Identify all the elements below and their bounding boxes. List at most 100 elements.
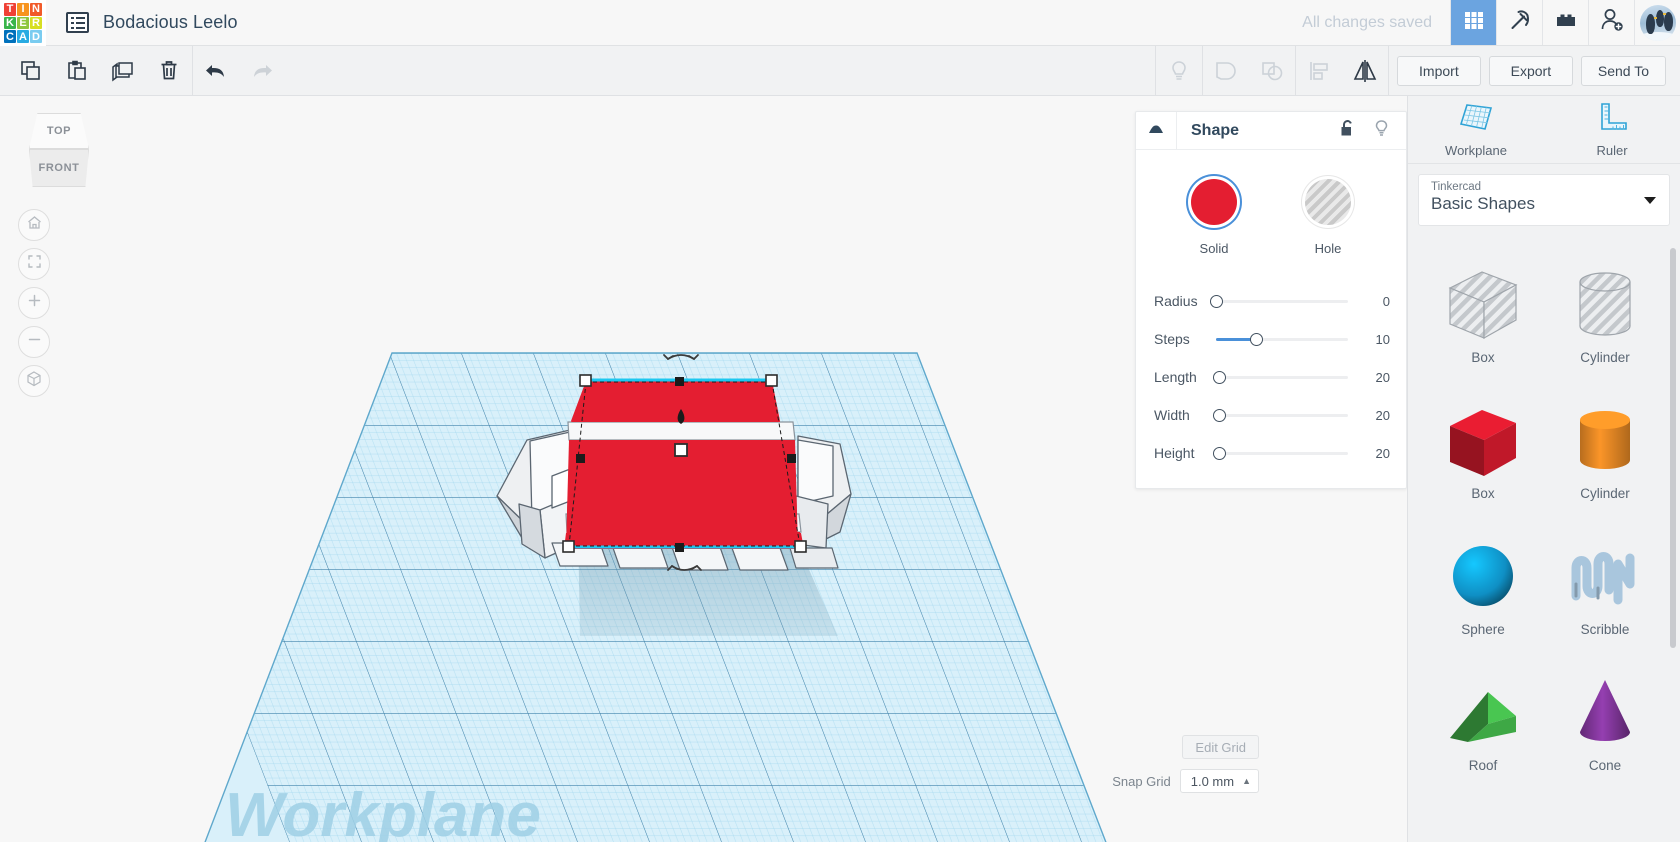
shape-item-label: Scribble xyxy=(1580,622,1630,637)
workplane-watermark: Workplane xyxy=(225,781,541,842)
align-button[interactable] xyxy=(1296,46,1342,96)
ruler-helper-button[interactable]: Ruler xyxy=(1544,96,1680,163)
brick-icon xyxy=(1553,7,1579,38)
hole-mode-option[interactable]: Hole xyxy=(1300,174,1356,256)
zoom-out-button[interactable] xyxy=(18,326,50,358)
hint-button[interactable] xyxy=(1156,46,1202,96)
mirror-button[interactable] xyxy=(1342,46,1388,96)
lightbulb-icon xyxy=(1373,119,1390,143)
shape-row: Box Cylinder xyxy=(1422,248,1666,384)
property-label: Width xyxy=(1154,407,1190,423)
duplicate-button[interactable] xyxy=(100,46,146,96)
ruler-icon xyxy=(1596,102,1628,137)
shape-item-box-hole[interactable]: Box xyxy=(1422,248,1544,384)
export-button[interactable]: Export xyxy=(1488,55,1573,86)
shape-category-select[interactable]: Tinkercad Basic Shapes xyxy=(1418,174,1670,226)
category-name-label: Basic Shapes xyxy=(1431,194,1535,213)
solid-mode-label: Solid xyxy=(1199,241,1229,256)
property-value[interactable]: 20 xyxy=(1356,370,1390,385)
model-right-cluster xyxy=(795,435,852,549)
property-label: Steps xyxy=(1154,331,1190,347)
paste-button[interactable] xyxy=(54,46,100,96)
shape-item-label: Sphere xyxy=(1461,622,1505,637)
property-row: Width 20 xyxy=(1136,396,1406,434)
property-value[interactable]: 20 xyxy=(1356,408,1390,423)
model-shadow xyxy=(578,526,838,636)
property-slider[interactable] xyxy=(1216,332,1348,346)
send-to-button[interactable]: Send To xyxy=(1580,55,1666,86)
redo-button[interactable] xyxy=(239,46,285,96)
view-cube[interactable]: TOP FRONT xyxy=(25,113,93,188)
shape-library-sidebar: Workplane Ruler Tinkercad Basic Shapes B… xyxy=(1407,96,1680,842)
shape-item-roof-solid[interactable]: Roof xyxy=(1422,656,1544,792)
fit-view-button[interactable] xyxy=(18,248,50,280)
page-title[interactable]: Bodacious Leelo xyxy=(103,0,238,45)
penguin-avatar xyxy=(1639,5,1676,41)
copy-button[interactable] xyxy=(8,46,54,96)
workplane-helper-button[interactable]: Workplane xyxy=(1408,96,1544,163)
shape-properties-list: Radius 0 Steps 10 Length 20 Width 20 Height 20 xyxy=(1136,282,1406,472)
align-icon xyxy=(1305,57,1333,85)
list-icon xyxy=(66,12,89,33)
undo-button[interactable] xyxy=(193,46,239,96)
orthographic-toggle-button[interactable] xyxy=(18,365,50,397)
category-provider-label: Tinkercad xyxy=(1431,181,1482,193)
property-slider[interactable] xyxy=(1212,408,1348,422)
inspector-header: Shape xyxy=(1136,111,1406,150)
shape-item-label: Box xyxy=(1471,486,1495,501)
hole-mode-label: Hole xyxy=(1314,241,1342,256)
box-hole-icon xyxy=(1438,260,1528,348)
snap-grid-select[interactable]: 1.0 mm ▲ xyxy=(1179,769,1259,793)
paste-icon xyxy=(64,58,90,84)
property-label: Height xyxy=(1154,445,1195,461)
project-list-button[interactable] xyxy=(46,0,103,45)
lock-toggle-button[interactable] xyxy=(1330,119,1364,143)
zoom-in-button[interactable] xyxy=(18,287,50,319)
property-slider[interactable] xyxy=(1212,370,1348,384)
shape-item-box-solid[interactable]: Box xyxy=(1422,384,1544,520)
fill-mode-selector: Solid Hole xyxy=(1136,168,1406,260)
ruler-helper-label: Ruler xyxy=(1596,142,1628,158)
visibility-toggle-button[interactable] xyxy=(1364,119,1398,143)
property-value[interactable]: 20 xyxy=(1356,446,1390,461)
helper-shapes-row: Workplane Ruler xyxy=(1408,96,1680,164)
group-button[interactable] xyxy=(1203,46,1249,96)
edit-grid-button[interactable]: Edit Grid xyxy=(1182,735,1259,759)
hole-pattern-swatch[interactable] xyxy=(1305,179,1351,225)
home-view-button[interactable] xyxy=(18,209,50,241)
perspective-cube-icon xyxy=(25,370,43,393)
solid-color-swatch[interactable] xyxy=(1191,179,1237,225)
shape-item-scribble[interactable]: Scribble xyxy=(1544,520,1666,656)
shape-item-cylinder-solid[interactable]: Cylinder xyxy=(1544,384,1666,520)
shape-item-cone-solid[interactable]: Cone xyxy=(1544,656,1666,792)
shape-row: Roof Cone xyxy=(1422,656,1666,792)
avatar[interactable] xyxy=(1634,0,1680,46)
blocks-button[interactable] xyxy=(1542,0,1588,45)
learn-button[interactable] xyxy=(1496,0,1542,45)
invite-button[interactable] xyxy=(1588,0,1634,45)
property-value[interactable]: 10 xyxy=(1356,332,1390,347)
viewcube-front-face[interactable]: FRONT xyxy=(29,149,89,187)
ungroup-button[interactable] xyxy=(1249,46,1295,96)
inspector-collapse-button[interactable] xyxy=(1136,111,1177,150)
delete-button[interactable] xyxy=(146,46,192,96)
shape-grid: Box Cylinder Box Cylinder Sphere Scribble Roof… xyxy=(1408,240,1680,842)
property-slider[interactable] xyxy=(1210,294,1348,308)
shape-row: Box Cylinder xyxy=(1422,384,1666,520)
sidebar-scrollbar[interactable] xyxy=(1670,248,1676,648)
viewcube-top-face[interactable]: TOP xyxy=(29,113,89,149)
grid-icon xyxy=(1462,8,1486,37)
scribble-icon xyxy=(1560,532,1650,620)
solid-mode-option[interactable]: Solid xyxy=(1186,174,1242,256)
home-icon xyxy=(26,214,43,236)
logo-tile: I xyxy=(17,3,29,16)
shape-item-label: Roof xyxy=(1468,758,1498,773)
shape-item-sphere-solid[interactable]: Sphere xyxy=(1422,520,1544,656)
import-button[interactable]: Import xyxy=(1396,55,1481,86)
tinkercad-logo[interactable]: T I N K E R C A D xyxy=(0,0,46,46)
box-solid-icon xyxy=(1438,396,1528,484)
property-slider[interactable] xyxy=(1212,446,1348,460)
shape-item-cylinder-hole[interactable]: Cylinder xyxy=(1544,248,1666,384)
property-value[interactable]: 0 xyxy=(1356,294,1390,309)
grid-view-button[interactable] xyxy=(1450,0,1496,45)
